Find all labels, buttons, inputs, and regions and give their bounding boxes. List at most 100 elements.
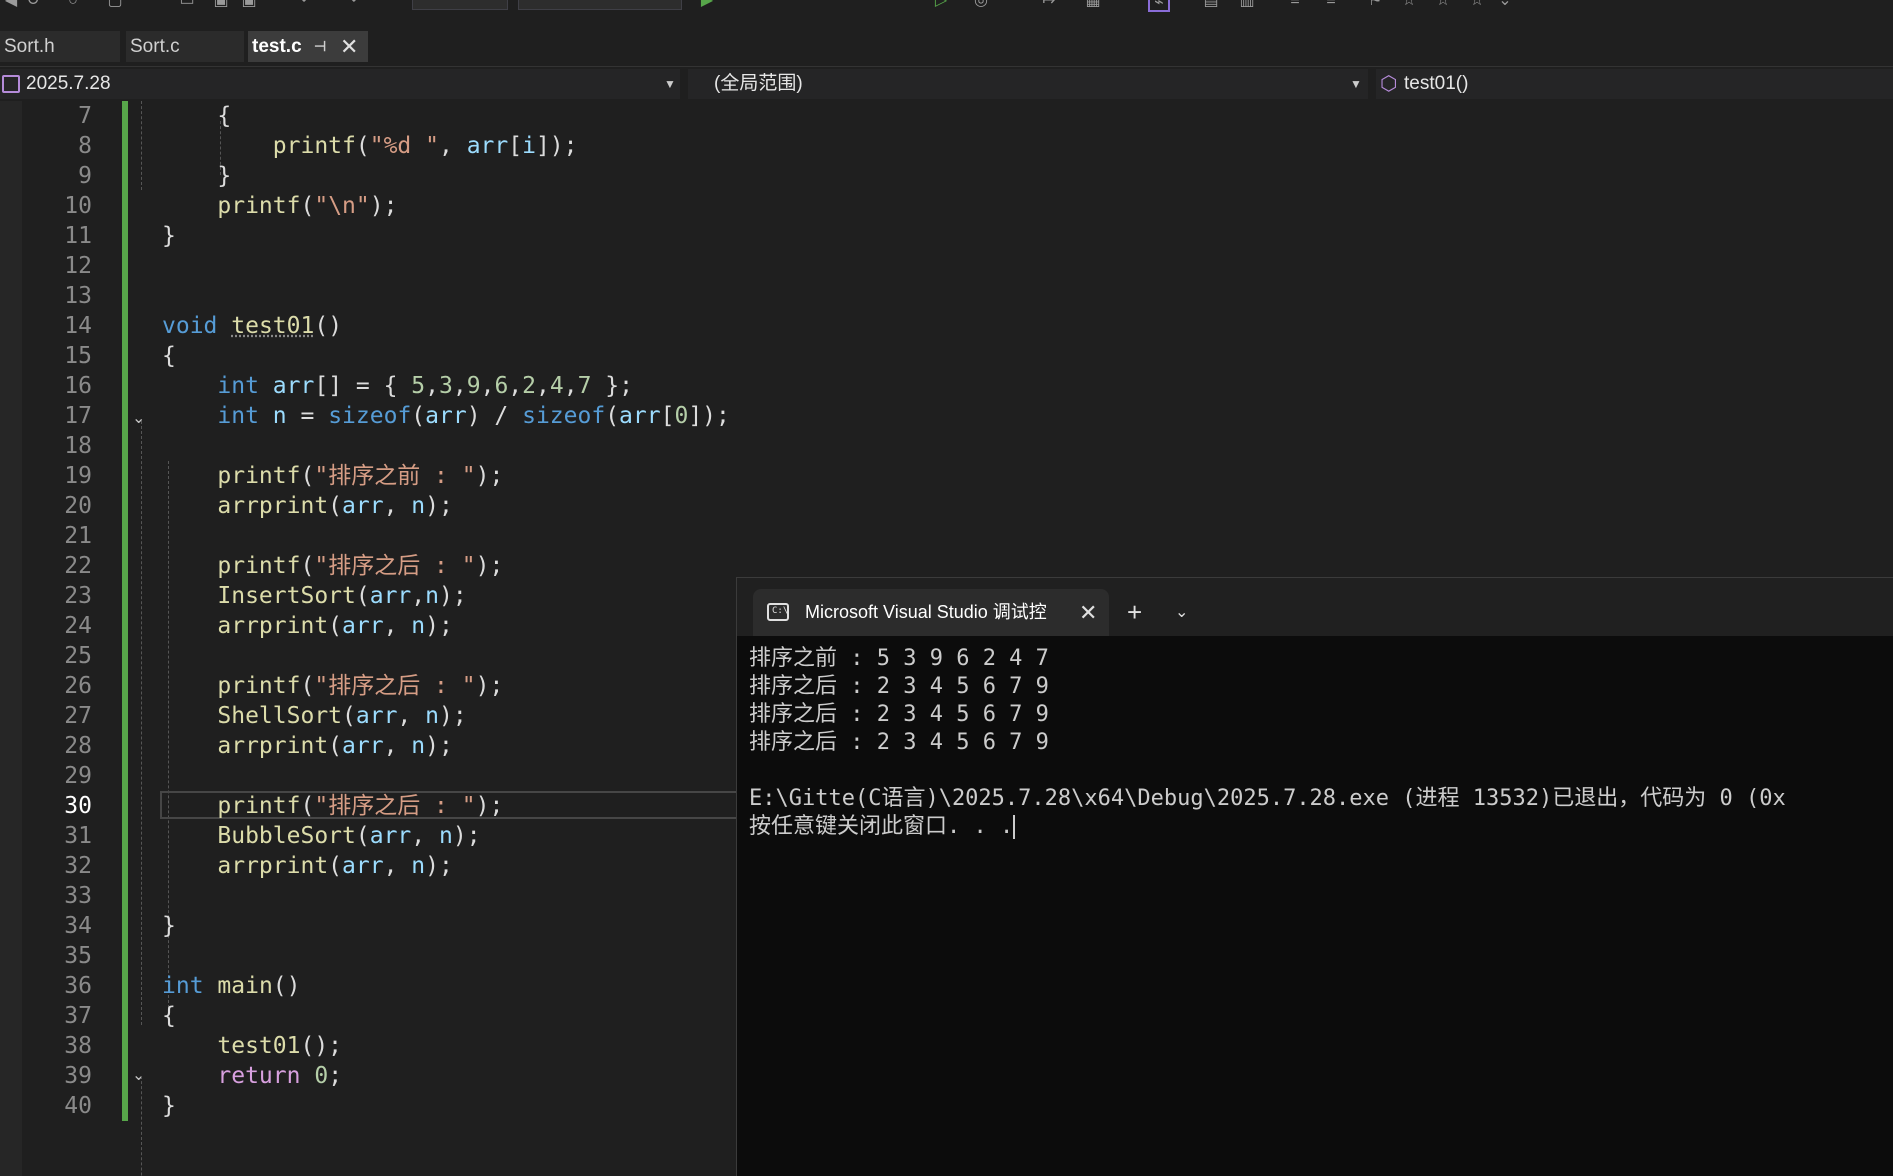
- indicator-margin[interactable]: [0, 101, 22, 1176]
- code-line[interactable]: void test01(): [162, 311, 342, 341]
- code-line[interactable]: arrprint(arr, n);: [162, 731, 452, 761]
- code-line[interactable]: test01();: [162, 1031, 342, 1061]
- new-item-icon[interactable]: ▢: [104, 0, 126, 12]
- line-number: 30: [64, 793, 92, 819]
- code-line[interactable]: }: [162, 221, 176, 251]
- console-line: E:\Gitte(C语言)\2025.7.28\x64\Debug\2025.7…: [749, 786, 1786, 811]
- code-line[interactable]: InsertSort(arr,n);: [162, 581, 466, 611]
- step-icon[interactable]: ↦: [1038, 0, 1060, 12]
- uncomment-icon[interactable]: ▥: [1236, 0, 1258, 12]
- console-line: 排序之后 : 2 3 4 5 6 7 9: [749, 674, 1049, 699]
- line-number: 36: [64, 973, 92, 999]
- outdent-icon[interactable]: ≡: [1320, 0, 1342, 12]
- line-number: 40: [64, 1093, 92, 1119]
- save-all-icon[interactable]: ▣: [238, 0, 260, 12]
- line-number: 12: [64, 253, 92, 279]
- console-prompt-line: 按任意键关闭此窗口. . .: [749, 813, 1016, 841]
- line-number: 27: [64, 703, 92, 729]
- function-cube-icon: ⬡: [1380, 73, 1398, 95]
- code-line[interactable]: arrprint(arr, n);: [162, 851, 452, 881]
- code-line[interactable]: BubbleSort(arr, n);: [162, 821, 480, 851]
- line-number: 8: [78, 133, 92, 159]
- line-number: 22: [64, 553, 92, 579]
- navigation-bar: 2025.7.28 ▼ (全局范围) ▼ ⬡ test01(): [0, 66, 1893, 100]
- debug-console-window[interactable]: C:\ Microsoft Visual Studio 调试控 ✕ + ⌄ 排序…: [736, 577, 1893, 1176]
- code-line[interactable]: int arr[] = { 5,3,9,6,2,4,7 };: [162, 371, 633, 401]
- code-line[interactable]: {: [162, 1001, 176, 1031]
- tab-test-c[interactable]: test.c ⊣ ✕: [248, 31, 368, 62]
- indent-icon[interactable]: ≡: [1284, 0, 1306, 12]
- scope-guide: [141, 101, 142, 190]
- line-number: 16: [64, 373, 92, 399]
- console-titlebar[interactable]: C:\ Microsoft Visual Studio 调试控 ✕ + ⌄: [737, 578, 1893, 636]
- back-icon[interactable]: ◀: [0, 0, 22, 12]
- toolbar-overflow-icon[interactable]: ⌄: [1494, 0, 1516, 12]
- fold-toggle-icon[interactable]: ⌄: [132, 1061, 145, 1091]
- code-line[interactable]: printf("\n");: [162, 191, 397, 221]
- layout-icon[interactable]: ▦: [1082, 0, 1104, 12]
- start-without-debug-icon[interactable]: ▷: [930, 0, 952, 12]
- next-bookmark-icon[interactable]: ☆: [1432, 0, 1454, 12]
- line-number: 24: [64, 613, 92, 639]
- line-number: 21: [64, 523, 92, 549]
- code-line[interactable]: printf("%d ", arr[i]);: [162, 131, 578, 161]
- save-icon[interactable]: ▣: [210, 0, 232, 12]
- console-line: 排序之后 : 2 3 4 5 6 7 9: [749, 730, 1049, 755]
- code-line[interactable]: ShellSort(arr, n);: [162, 701, 466, 731]
- comment-icon[interactable]: ▤: [1200, 0, 1222, 12]
- line-number: 13: [64, 283, 92, 309]
- refresh-icon[interactable]: ○: [62, 0, 84, 12]
- code-line[interactable]: {: [162, 341, 176, 371]
- chevron-down-icon[interactable]: ⌄: [1175, 589, 1188, 636]
- code-line[interactable]: printf("排序之前 : ");: [162, 461, 503, 491]
- line-number: 11: [64, 223, 92, 249]
- start-debug-icon[interactable]: ▶: [696, 0, 718, 12]
- code-line[interactable]: printf("排序之后 : ");: [162, 791, 503, 821]
- line-number: 34: [64, 913, 92, 939]
- tab-sort-h[interactable]: Sort.h: [0, 31, 120, 62]
- line-number: 7: [78, 103, 92, 129]
- line-number: 37: [64, 1003, 92, 1029]
- text-cursor: [1013, 815, 1016, 839]
- close-icon[interactable]: ✕: [340, 31, 358, 62]
- code-line[interactable]: arrprint(arr, n);: [162, 491, 452, 521]
- close-icon[interactable]: ✕: [1079, 589, 1097, 636]
- undo-icon[interactable]: ↶: [296, 0, 318, 12]
- code-line[interactable]: }: [162, 911, 176, 941]
- chevron-down-icon: ▼: [1350, 77, 1362, 91]
- code-line[interactable]: int main(): [162, 971, 301, 1001]
- code-line[interactable]: arrprint(arr, n);: [162, 611, 452, 641]
- prev-bookmark-icon[interactable]: ☆: [1398, 0, 1420, 12]
- tab-label: Sort.c: [130, 36, 180, 57]
- code-line[interactable]: int n = sizeof(arr) / sizeof(arr[0]);: [162, 401, 729, 431]
- platform-dropdown[interactable]: [518, 0, 682, 10]
- pin-icon[interactable]: ⊣: [314, 31, 326, 62]
- console-tab[interactable]: C:\ Microsoft Visual Studio 调试控 ✕: [753, 589, 1109, 636]
- console-line: 排序之前 : 5 3 9 6 2 4 7: [749, 646, 1049, 671]
- clear-bookmarks-icon[interactable]: ☆: [1466, 0, 1488, 12]
- document-tab-bar: Sort.h Sort.c test.c ⊣ ✕: [0, 28, 1893, 64]
- new-tab-icon[interactable]: +: [1127, 589, 1142, 636]
- scope-dropdown[interactable]: (全局范围) ▼: [688, 69, 1368, 99]
- hot-reload-icon[interactable]: ◎: [970, 0, 992, 12]
- code-line[interactable]: printf("排序之后 : ");: [162, 551, 503, 581]
- line-number: 20: [64, 493, 92, 519]
- code-line[interactable]: {: [162, 101, 231, 131]
- open-folder-icon[interactable]: ▭: [176, 0, 198, 12]
- code-line[interactable]: return 0;: [162, 1061, 342, 1091]
- member-dropdown[interactable]: ⬡ test01(): [1376, 69, 1893, 99]
- configuration-dropdown[interactable]: [412, 0, 508, 10]
- code-line[interactable]: }: [162, 1091, 176, 1121]
- bookmark-icon[interactable]: ⚑: [1364, 0, 1386, 12]
- format-icon[interactable]: ⌁: [1148, 0, 1170, 12]
- change-tracking-bar: [122, 101, 128, 1121]
- code-line[interactable]: printf("排序之后 : ");: [162, 671, 503, 701]
- tab-sort-c[interactable]: Sort.c: [126, 31, 244, 62]
- project-dropdown[interactable]: 2025.7.28 ▼: [0, 69, 680, 99]
- redo-icon[interactable]: ↷: [340, 0, 362, 12]
- project-icon: [2, 75, 20, 93]
- fold-toggle-icon[interactable]: ⌄: [132, 404, 145, 434]
- forward-icon[interactable]: ↻: [22, 0, 44, 12]
- code-line[interactable]: }: [162, 161, 231, 191]
- project-name: 2025.7.28: [26, 73, 111, 94]
